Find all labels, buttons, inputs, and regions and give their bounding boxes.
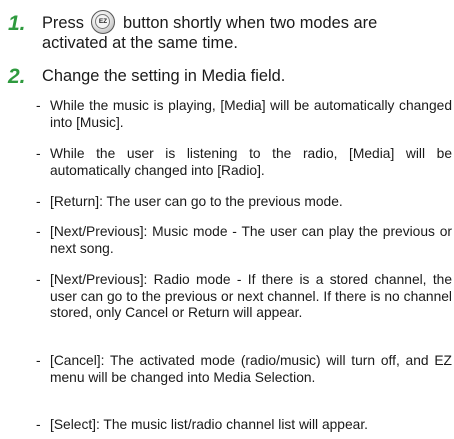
manual-page: 1. Press EZ button shortly when two mode… — [0, 0, 454, 439]
ez-icon-label: EZ — [95, 14, 111, 29]
step-text-line2: activated at the same time. — [42, 34, 238, 52]
bullet-dash: - — [36, 272, 41, 287]
step-1: 1. Press EZ button shortly when two mode… — [8, 10, 454, 54]
bullet-dash: - — [36, 353, 41, 368]
bullet-text: [Select]: The music list/radio channel l… — [50, 417, 368, 432]
bullet-dash: - — [36, 194, 41, 209]
ez-button-icon: EZ — [91, 10, 116, 34]
bullet-text: [Next/Previous]: Radio mode - If there i… — [50, 272, 452, 320]
bullet-dash: - — [36, 98, 41, 113]
step-text-after: button shortly when two modes are — [123, 14, 378, 32]
bullet-text: [Cancel]: The activated mode (radio/musi… — [50, 353, 452, 385]
step-2: 2. Change the setting in Media field. — [8, 66, 454, 88]
step-number: 2. — [8, 65, 26, 88]
bullet-text: While the user is listening to the radio… — [50, 146, 452, 178]
step-number: 1. — [8, 12, 26, 35]
bullet-text: While the music is playing, [Media] will… — [50, 98, 452, 130]
bullet-dash: - — [36, 224, 41, 239]
step-text-before: Press — [42, 14, 84, 32]
bullet-dash: - — [36, 146, 41, 161]
step-text: Change the setting in Media field. — [42, 67, 286, 85]
bullet-text: [Next/Previous]: Music mode - The user c… — [50, 224, 452, 256]
bullet-dash: - — [36, 417, 41, 432]
step-text: Press EZ button shortly when two modes a… — [42, 10, 377, 54]
bullet-text: [Return]: The user can go to the previou… — [50, 194, 343, 209]
